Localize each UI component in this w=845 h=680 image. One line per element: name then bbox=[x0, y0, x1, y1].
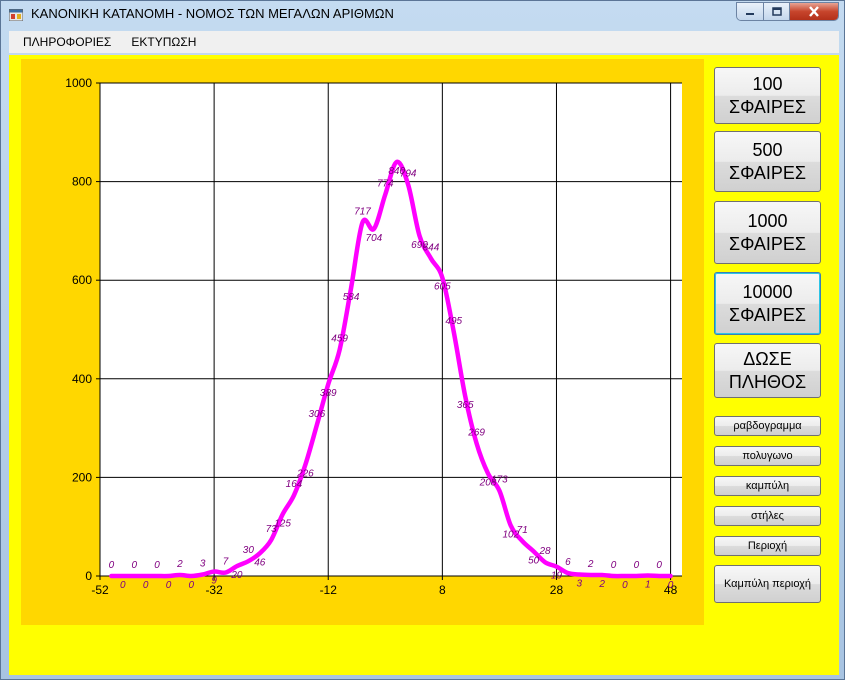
button-custom-line2: ΠΛΗΘΟΣ bbox=[728, 371, 807, 392]
distribution-chart: 02004006008001000-52 -32 -12 8 28 48000000203… bbox=[65, 76, 682, 597]
data-label: 0 bbox=[634, 560, 640, 571]
data-label: 28 bbox=[538, 546, 551, 557]
data-label: 774 bbox=[377, 178, 394, 189]
button-500-word: ΣΦΑΙΡΕΣ bbox=[728, 162, 807, 183]
bar-chart-button[interactable]: ραβδογραμμα bbox=[714, 416, 821, 436]
y-tick-label: 600 bbox=[72, 273, 92, 287]
y-tick-label: 400 bbox=[72, 372, 92, 386]
data-label: 704 bbox=[366, 233, 383, 244]
data-label: 1 bbox=[645, 580, 651, 591]
data-label: 0 bbox=[109, 560, 115, 571]
button-100-word: ΣΦΑΙΡΕΣ bbox=[728, 96, 807, 117]
data-label: 0 bbox=[622, 580, 628, 591]
data-label: 0 bbox=[154, 560, 160, 571]
maximize-button[interactable] bbox=[764, 3, 790, 20]
data-label: 226 bbox=[296, 469, 314, 480]
button-500-balls[interactable]: 500 ΣΦΑΙΡΕΣ bbox=[714, 131, 821, 192]
data-label: 389 bbox=[320, 388, 337, 399]
title-bar[interactable]: ΚΑΝΟΝΙΚΗ ΚΑΤΑΝΟΜΗ - ΝΟΜΟΣ ΤΩΝ ΜΕΓΑΛΩΝ ΑΡ… bbox=[1, 1, 844, 29]
data-label: 0 bbox=[656, 560, 662, 571]
data-label: 0 bbox=[668, 580, 674, 591]
minimize-button[interactable] bbox=[737, 3, 765, 20]
menu-print[interactable]: ΕΚΤΥΠΩΣΗ bbox=[123, 35, 204, 49]
data-label: 125 bbox=[274, 518, 291, 529]
button-1000-word: ΣΦΑΙΡΕΣ bbox=[728, 233, 807, 254]
window-title: ΚΑΝΟΝΙΚΗ ΚΑΤΑΝΟΜΗ - ΝΟΜΟΣ ΤΩΝ ΜΕΓΑΛΩΝ ΑΡ… bbox=[31, 6, 394, 21]
x-tick-label: 8 bbox=[439, 583, 446, 597]
button-500-number: 500 bbox=[752, 139, 783, 160]
polygon-button[interactable]: πολυγωνο bbox=[714, 446, 821, 466]
plot-area bbox=[100, 83, 682, 576]
button-1000-number: 1000 bbox=[747, 210, 788, 231]
data-label: 3 bbox=[577, 579, 583, 590]
data-label: 495 bbox=[445, 316, 462, 327]
x-tick-label: -52 bbox=[91, 583, 109, 597]
button-10000-number: 10000 bbox=[742, 281, 793, 302]
area-button[interactable]: Περιοχή bbox=[714, 536, 821, 556]
menu-info[interactable]: ΠΛΗΡΟΦΟΡΙΕΣ bbox=[15, 35, 119, 49]
y-tick-label: 0 bbox=[85, 569, 92, 583]
minimize-icon bbox=[746, 12, 755, 15]
button-10000-word: ΣΦΑΙΡΕΣ bbox=[728, 304, 807, 325]
data-label: 0 bbox=[143, 580, 149, 591]
button-100-balls[interactable]: 100 ΣΦΑΙΡΕΣ bbox=[714, 67, 821, 124]
data-label: 717 bbox=[354, 207, 371, 218]
data-label: 2 bbox=[587, 559, 594, 570]
data-label: 269 bbox=[467, 427, 485, 438]
data-label: 20 bbox=[230, 570, 243, 581]
caption-buttons bbox=[736, 2, 839, 21]
maximize-icon bbox=[771, 7, 782, 16]
data-label: 2 bbox=[598, 579, 605, 590]
data-label: 365 bbox=[457, 400, 474, 411]
menu-bar: ΠΛΗΡΟΦΟΡΙΕΣ ΕΚΤΥΠΩΣΗ bbox=[9, 31, 839, 53]
data-label: 459 bbox=[331, 334, 348, 345]
data-label: 584 bbox=[343, 292, 360, 303]
data-label: 0 bbox=[189, 580, 195, 591]
curve-area-button[interactable]: Καμπύλη περιοχή bbox=[714, 565, 821, 603]
app-icon bbox=[9, 9, 23, 21]
data-label: 19 bbox=[551, 571, 563, 582]
button-1000-balls[interactable]: 1000 ΣΦΑΙΡΕΣ bbox=[714, 201, 821, 264]
data-label: 30 bbox=[243, 545, 255, 556]
data-label: 164 bbox=[286, 479, 303, 490]
data-label: 605 bbox=[434, 282, 451, 293]
columns-button[interactable]: στήλες bbox=[714, 506, 821, 526]
data-label: 173 bbox=[491, 475, 508, 486]
y-tick-label: 1000 bbox=[65, 76, 92, 90]
close-icon bbox=[809, 6, 819, 17]
data-label: 306 bbox=[308, 409, 325, 420]
data-label: 2 bbox=[176, 559, 183, 570]
data-label: 7 bbox=[223, 557, 229, 568]
y-tick-label: 800 bbox=[72, 175, 92, 189]
x-tick-label: 28 bbox=[550, 583, 564, 597]
curve-button[interactable]: καμπύλη bbox=[714, 476, 821, 496]
x-tick-label: -12 bbox=[320, 583, 338, 597]
data-label: 794 bbox=[400, 169, 417, 180]
button-10000-balls[interactable]: 10000 ΣΦΑΙΡΕΣ bbox=[714, 272, 821, 335]
close-button[interactable] bbox=[789, 3, 838, 20]
data-label: 644 bbox=[423, 243, 440, 254]
app-window: ΚΑΝΟΝΙΚΗ ΚΑΤΑΝΟΜΗ - ΝΟΜΟΣ ΤΩΝ ΜΕΓΑΛΩΝ ΑΡ… bbox=[0, 0, 845, 680]
data-label: 71 bbox=[517, 525, 528, 536]
data-label: 9 bbox=[211, 576, 217, 587]
button-custom-line1: ΔΩΣΕ bbox=[743, 348, 792, 369]
y-tick-label: 200 bbox=[72, 470, 92, 484]
data-label: 0 bbox=[120, 580, 126, 591]
data-label: 46 bbox=[254, 557, 266, 568]
data-label: 3 bbox=[200, 559, 206, 570]
data-label: 50 bbox=[528, 555, 540, 566]
client-area: 0 200 400 600 800 1000 -52 -32 -12 8 28 48 0 0 0 0 0 0 2 0 3… bbox=[9, 55, 839, 675]
data-label: 0 bbox=[166, 580, 172, 591]
plot-panel: 0 200 400 600 800 1000 -52 -32 -12 8 28 48 0 0 0 0 0 0 2 0 3… bbox=[21, 59, 704, 625]
button-100-number: 100 bbox=[752, 73, 783, 94]
data-label: 0 bbox=[131, 560, 137, 571]
button-custom-count[interactable]: ΔΩΣΕ ΠΛΗΘΟΣ bbox=[714, 343, 821, 398]
data-label: 0 bbox=[611, 560, 617, 571]
data-label: 6 bbox=[565, 557, 571, 568]
